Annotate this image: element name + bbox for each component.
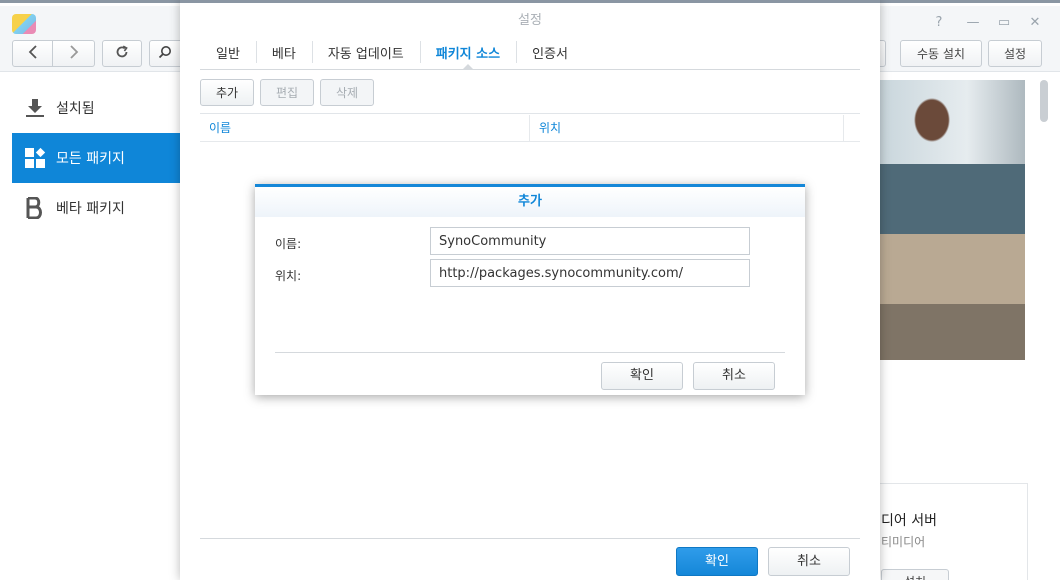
sidebar-item-label: 베타 패키지 [56, 201, 125, 217]
package-install-button[interactable]: 설치 [881, 569, 949, 580]
add-source-dialog: 추가 이름: 위치: 확인 취소 [255, 184, 805, 395]
column-header-location[interactable]: 위치 [530, 115, 844, 142]
column-header-name[interactable]: 이름 [200, 115, 530, 142]
dialog-footer-divider [200, 538, 860, 539]
name-label: 이름: [275, 237, 302, 251]
settings-cancel-button[interactable]: 취소 [768, 547, 850, 576]
refresh-icon [115, 45, 129, 62]
manual-install-button[interactable]: 수동 설치 [900, 40, 982, 67]
package-card-media-server[interactable]: 디어 서버 티미디어 설치 [872, 483, 1028, 580]
add-dialog-divider [275, 352, 785, 353]
sidebar-item-beta-packages[interactable]: 베타 패키지 [12, 183, 180, 233]
minimize-icon[interactable]: — [966, 16, 980, 30]
sources-table-header: 이름 위치 [200, 115, 860, 142]
source-location-input[interactable] [430, 259, 750, 287]
settings-button[interactable]: 설정 [988, 40, 1042, 67]
sidebar: 설치됨 모든 패키지 베타 패키지 [0, 73, 180, 580]
source-action-bar: 추가 편집 삭제 [200, 76, 860, 114]
forward-button[interactable] [53, 40, 95, 67]
beta-icon [24, 197, 46, 219]
add-cancel-button[interactable]: 취소 [693, 362, 775, 390]
featured-banner-image[interactable] [880, 80, 1025, 360]
add-source-button[interactable]: 추가 [200, 79, 254, 106]
tab-general[interactable]: 일반 [200, 36, 256, 69]
close-icon[interactable]: ✕ [1028, 16, 1042, 30]
chevron-left-icon [28, 45, 38, 62]
settings-tab-bar: 일반 베타 자동 업데이트 패키지 소스 인증서 [200, 36, 860, 70]
maximize-icon[interactable]: ▭ [997, 16, 1011, 30]
download-icon [24, 97, 46, 119]
settings-ok-button[interactable]: 확인 [676, 547, 758, 576]
package-card-title: 디어 서버 [881, 513, 937, 529]
delete-source-button[interactable]: 삭제 [320, 79, 374, 106]
sidebar-item-label: 설치됨 [56, 101, 95, 117]
package-center-app-icon [12, 14, 36, 34]
refresh-button[interactable] [102, 40, 142, 67]
tab-beta[interactable]: 베타 [255, 36, 312, 69]
search-icon [158, 45, 172, 62]
back-button[interactable] [12, 40, 53, 67]
package-card-subtitle: 티미디어 [881, 535, 926, 549]
grid-icon [24, 147, 46, 169]
add-ok-button[interactable]: 확인 [601, 362, 683, 390]
help-icon[interactable]: ? [932, 16, 946, 30]
dialog-title: 설정 [518, 13, 542, 28]
scrollbar-thumb[interactable] [1040, 80, 1048, 122]
sidebar-item-all-packages[interactable]: 모든 패키지 [12, 133, 180, 183]
tab-auto-update[interactable]: 자동 업데이트 [311, 36, 420, 69]
add-dialog-title: 추가 [518, 194, 542, 209]
sidebar-item-label: 모든 패키지 [56, 151, 125, 167]
location-label: 위치: [275, 269, 302, 283]
source-name-input[interactable] [430, 227, 750, 255]
edit-source-button[interactable]: 편집 [260, 79, 314, 106]
sidebar-item-installed[interactable]: 설치됨 [12, 83, 180, 133]
tab-certificate[interactable]: 인증서 [516, 36, 584, 69]
tab-package-sources[interactable]: 패키지 소스 [419, 36, 516, 70]
chevron-right-icon [69, 45, 79, 62]
